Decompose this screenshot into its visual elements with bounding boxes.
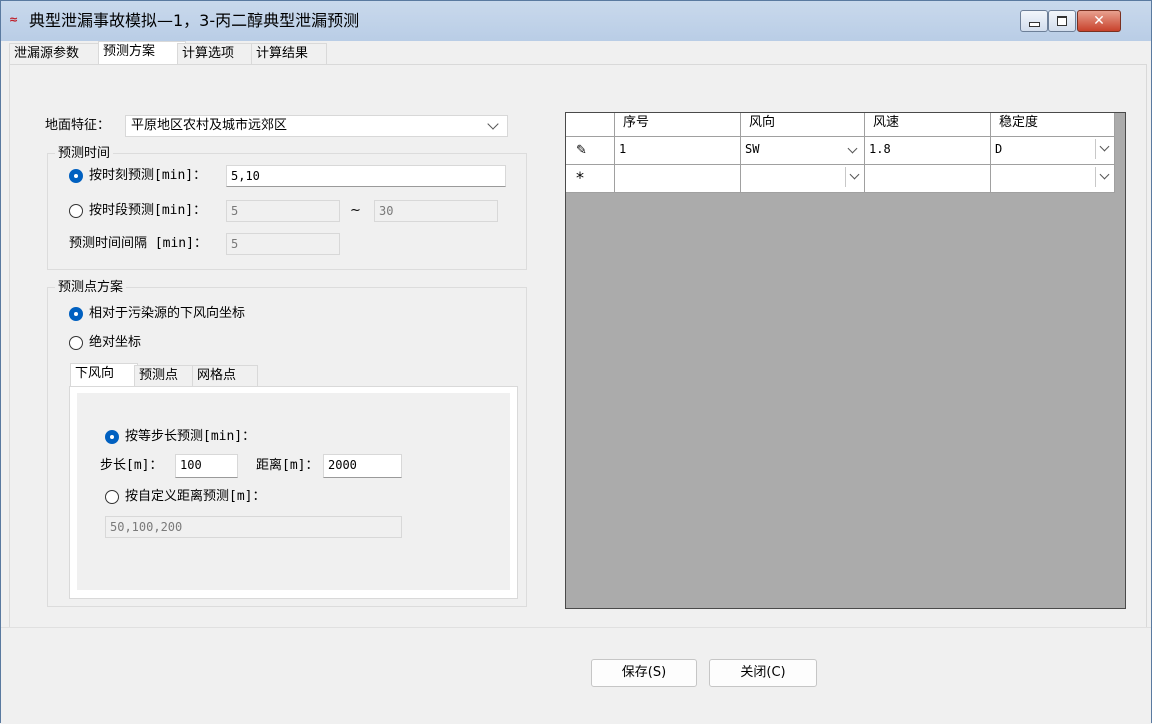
close-window-button[interactable]: ✕ (1077, 10, 1121, 32)
tab-prediction-plan[interactable]: 预测方案 (98, 41, 186, 65)
by-moment-label: 按时刻预测[min]： (89, 168, 207, 183)
footer-bar: 保存(S) 关闭(C) (1, 627, 1151, 724)
maximize-button[interactable] (1048, 10, 1076, 32)
custom-distance-radio[interactable] (105, 490, 119, 504)
row-header-new[interactable]: * (566, 165, 615, 193)
close-button[interactable]: 关闭(C) (709, 659, 817, 687)
new-row-icon: * (576, 168, 584, 187)
row-header-1[interactable]: ✎ (566, 137, 615, 165)
pencil-icon: ✎ (576, 143, 587, 158)
app-logo-icon: ≈ (9, 13, 19, 26)
new-cell-stability[interactable] (991, 165, 1115, 193)
chevron-down-icon (847, 143, 858, 154)
interval-input[interactable]: 5 (226, 233, 340, 255)
window-title: 典型泄漏事故模拟—1，3-丙二醇典型泄漏预测 (29, 11, 360, 30)
close-icon: ✕ (1093, 13, 1105, 29)
custom-distance-input[interactable]: 50,100,200 (105, 516, 402, 538)
new-cell-direction[interactable] (741, 165, 865, 193)
relative-coord-label: 相对于污染源的下风向坐标 (89, 306, 246, 321)
main-window: ≈ 典型泄漏事故模拟—1，3-丙二醇典型泄漏预测 ✕ 泄漏源参数 预测方案 计算… (0, 0, 1152, 724)
save-button[interactable]: 保存(S) (591, 659, 697, 687)
by-moment-input[interactable]: 5,10 (226, 165, 506, 187)
subtab-downwind[interactable]: 下风向 (70, 363, 138, 387)
by-period-label: 按时段预测[min]： (89, 203, 207, 218)
grid-corner (566, 113, 615, 137)
new-cell-speed[interactable] (865, 165, 991, 193)
subtab-grid-points[interactable]: 网格点 (192, 365, 258, 386)
column-header-stability[interactable]: 稳定度 (991, 113, 1115, 137)
title-bar[interactable]: ≈ 典型泄漏事故模拟—1，3-丙二醇典型泄漏预测 ✕ (1, 1, 1151, 41)
equal-step-radio[interactable] (105, 430, 119, 444)
interval-label: 预测时间间隔 [min]： (69, 236, 207, 251)
stability-dropdown-button-new[interactable] (1095, 167, 1113, 187)
cell-direction-value: SW (745, 142, 760, 156)
terrain-value: 平原地区农村及城市远郊区 (131, 118, 288, 133)
step-input[interactable]: 100 (175, 454, 238, 478)
distance-input[interactable]: 2000 (323, 454, 402, 478)
distance-label: 距离[m]： (256, 458, 319, 473)
absolute-coord-radio[interactable] (69, 336, 83, 350)
equal-step-label: 按等步长预测[min]： (125, 429, 256, 444)
absolute-coord-label: 绝对坐标 (89, 335, 142, 350)
column-header-seq[interactable]: 序号 (615, 113, 741, 137)
chevron-down-icon (1099, 141, 1110, 152)
relative-coord-radio[interactable] (69, 307, 83, 321)
time-group-title: 预测时间 (55, 145, 114, 163)
direction-dropdown-button[interactable] (845, 167, 863, 187)
main-tabstrip: 泄漏源参数 预测方案 计算选项 计算结果 (9, 41, 1145, 65)
custom-distance-label: 按自定义距离预测[m]： (125, 489, 266, 504)
tab-calc-options[interactable]: 计算选项 (177, 43, 253, 64)
point-group-title: 预测点方案 (55, 279, 127, 297)
chevron-down-icon (487, 118, 499, 130)
period-to-input[interactable]: 30 (374, 200, 498, 222)
stability-dropdown-button[interactable] (1095, 139, 1113, 159)
cell-stability-value: D (995, 142, 1003, 156)
terrain-select[interactable]: 平原地区农村及城市远郊区 (125, 115, 508, 137)
period-from-input[interactable]: 5 (226, 200, 340, 222)
by-period-radio[interactable] (69, 204, 83, 218)
tab-calc-results[interactable]: 计算结果 (251, 43, 327, 64)
cell-direction[interactable]: SW (741, 137, 865, 165)
by-moment-radio[interactable] (69, 169, 83, 183)
chevron-down-icon (849, 169, 860, 180)
cell-seq[interactable]: 1 (615, 137, 741, 165)
minimize-button[interactable] (1020, 10, 1048, 32)
new-cell-seq[interactable] (615, 165, 741, 193)
cell-speed[interactable]: 1.8 (865, 137, 991, 165)
tab-leak-source[interactable]: 泄漏源参数 (9, 43, 99, 64)
terrain-label: 地面特征： (45, 118, 111, 133)
chevron-down-icon (1099, 169, 1110, 180)
column-header-speed[interactable]: 风速 (865, 113, 991, 137)
weather-grid[interactable]: 序号 风向 风速 稳定度 ✎ 1 SW 1.8 D * (565, 112, 1126, 609)
subtab-predict-points[interactable]: 预测点 (134, 365, 194, 386)
column-header-direction[interactable]: 风向 (741, 113, 865, 137)
step-label: 步长[m]： (100, 458, 163, 473)
cell-stability[interactable]: D (991, 137, 1115, 165)
period-tilde: ~ (350, 203, 361, 218)
